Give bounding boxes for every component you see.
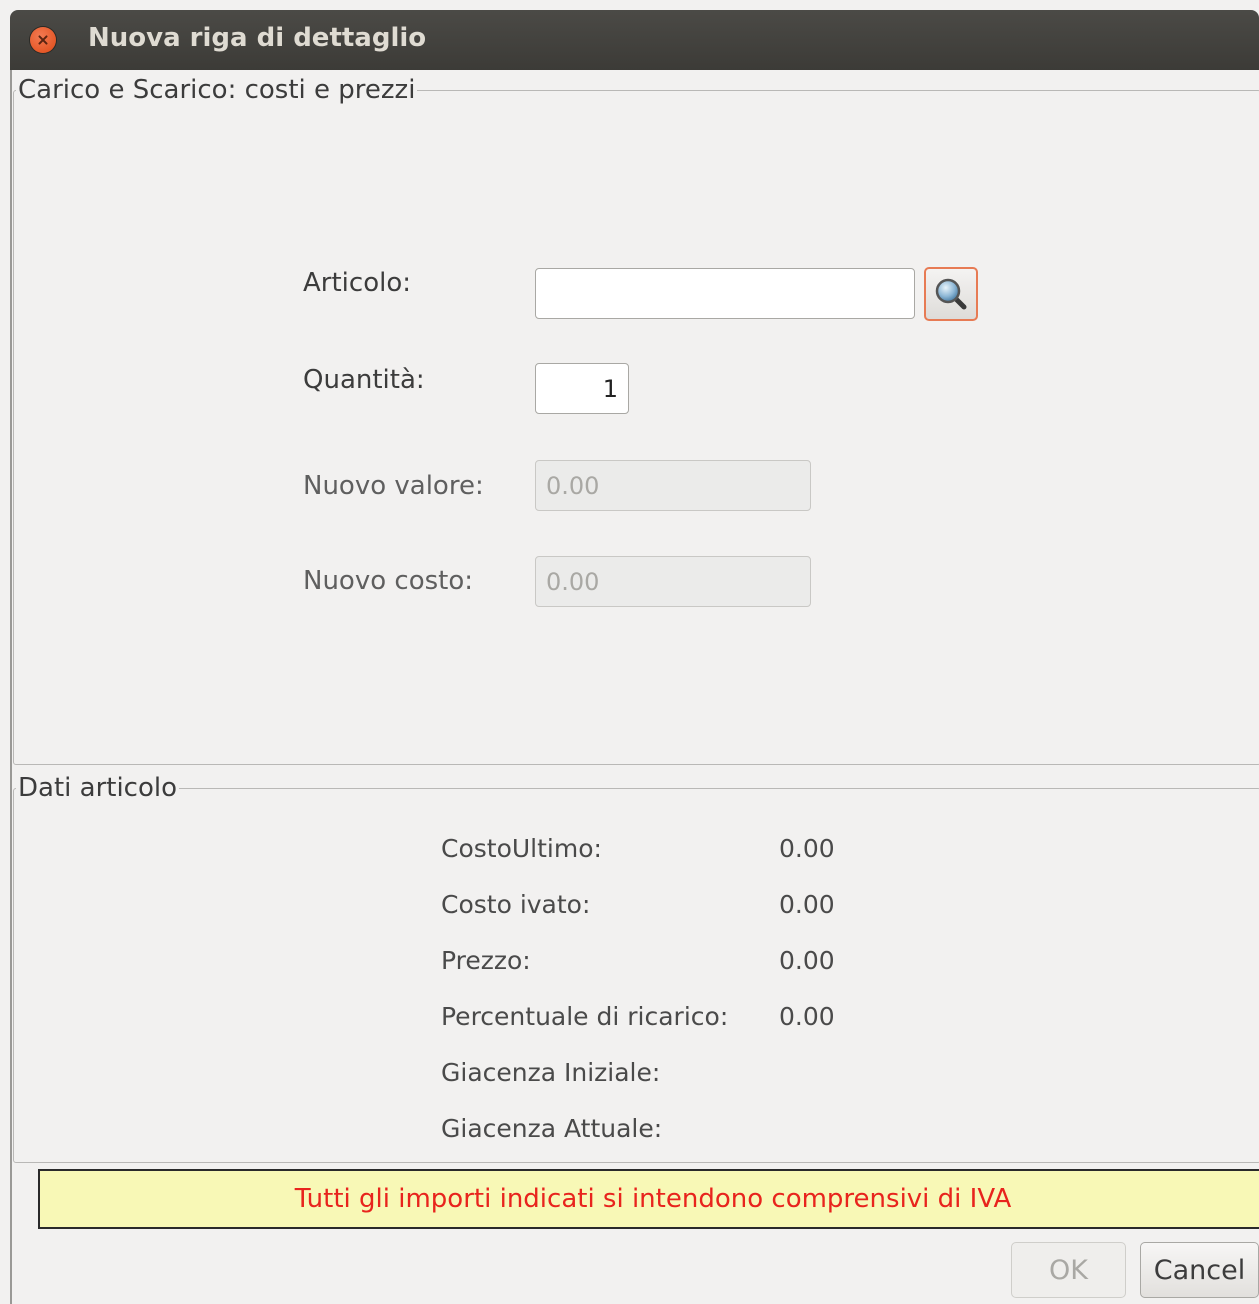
item-data-section-legend: Dati articolo <box>18 773 178 803</box>
articolo-label: Articolo: <box>303 268 411 298</box>
ok-button[interactable]: OK <box>1011 1242 1126 1298</box>
search-article-button[interactable] <box>924 267 978 321</box>
prices-section-legend: Carico e Scarico: costi e prezzi <box>18 75 416 105</box>
dialog-window: Nuova riga di dettaglio Carico e Scarico… <box>0 0 1259 1304</box>
nuovo-costo-input <box>535 556 811 607</box>
giacenza-attuale-label: Giacenza Attuale: <box>441 1114 663 1143</box>
quantita-label: Quantità: <box>303 365 425 395</box>
vat-notice: Tutti gli importi indicati si intendono … <box>38 1169 1259 1229</box>
costo-ivato-label: Costo ivato: <box>441 890 591 919</box>
magnifier-icon <box>935 278 967 310</box>
giacenza-iniziale-label: Giacenza Iniziale: <box>441 1058 661 1087</box>
quantita-input[interactable] <box>535 363 629 414</box>
title-bar: Nuova riga di dettaglio <box>10 10 1259 70</box>
cancel-button[interactable]: Cancel <box>1140 1242 1259 1298</box>
nuovo-valore-input <box>535 460 811 511</box>
close-icon[interactable] <box>30 27 56 53</box>
costo-ultimo-label: CostoUltimo: <box>441 834 602 863</box>
percentuale-ricarico-label: Percentuale di ricarico: <box>441 1002 729 1031</box>
prices-section: Carico e Scarico: costi e prezzi <box>13 75 1259 765</box>
window-border <box>10 70 12 1304</box>
nuovo-valore-label: Nuovo valore: <box>303 471 484 501</box>
prezzo-label: Prezzo: <box>441 946 531 975</box>
prezzo-value: 0.00 <box>779 946 835 975</box>
percentuale-ricarico-value: 0.00 <box>779 1002 835 1031</box>
costo-ultimo-value: 0.00 <box>779 834 835 863</box>
costo-ivato-value: 0.00 <box>779 890 835 919</box>
window-title: Nuova riga di dettaglio <box>88 23 427 53</box>
item-data-section: Dati articolo <box>13 773 1259 1163</box>
articolo-input[interactable] <box>535 268 915 319</box>
nuovo-costo-label: Nuovo costo: <box>303 566 474 596</box>
